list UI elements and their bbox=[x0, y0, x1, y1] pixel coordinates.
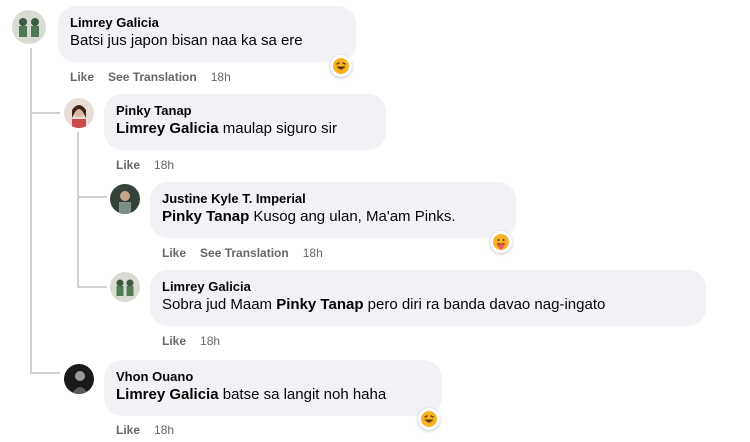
haha-reaction-icon[interactable] bbox=[418, 408, 440, 430]
thread-line-main bbox=[30, 48, 32, 373]
see-translation-button[interactable]: See Translation bbox=[200, 246, 289, 260]
comment-author[interactable]: Pinky Tanap bbox=[116, 102, 374, 119]
comment-author[interactable]: Justine Kyle T. Imperial bbox=[162, 190, 504, 207]
comment-bubble: Vhon Ouano Limrey Galicia batse sa langi… bbox=[104, 360, 442, 416]
comment-actions: Like See Translation 18h bbox=[162, 245, 323, 261]
comment-actions: Like 18h bbox=[116, 422, 174, 438]
like-button[interactable]: Like bbox=[116, 158, 140, 172]
thread-line-branch-2 bbox=[77, 196, 107, 198]
comment-text: Pinky Tanap Kusog ang ulan, Ma'am Pinks. bbox=[162, 208, 456, 225]
like-button[interactable]: Like bbox=[116, 423, 140, 437]
thread-line-sub bbox=[77, 132, 79, 287]
comment-bubble: Pinky Tanap Limrey Galicia maulap siguro… bbox=[104, 94, 386, 150]
like-button[interactable]: Like bbox=[162, 334, 186, 348]
see-translation-button[interactable]: See Translation bbox=[108, 70, 197, 84]
mention-link[interactable]: Pinky Tanap bbox=[162, 208, 249, 225]
comment-text: Limrey Galicia batse sa langit noh haha bbox=[116, 386, 387, 403]
avatar[interactable] bbox=[64, 98, 94, 128]
thread-line-branch-3 bbox=[77, 286, 107, 288]
comment-actions: Like 18h bbox=[116, 157, 174, 173]
like-button[interactable]: Like bbox=[70, 70, 94, 84]
comment-bubble: Limrey Galicia Batsi jus japon bisan naa… bbox=[58, 6, 356, 62]
comment-text: Batsi jus japon bisan naa ka sa ere bbox=[70, 32, 303, 49]
thread-line-branch-1 bbox=[30, 112, 60, 114]
comment-author[interactable]: Limrey Galicia bbox=[70, 14, 344, 31]
comment-text: Limrey Galicia maulap siguro sir bbox=[116, 120, 337, 137]
avatar[interactable] bbox=[110, 184, 140, 214]
thread-line-branch-4 bbox=[30, 372, 60, 374]
avatar[interactable] bbox=[64, 364, 94, 394]
mention-link[interactable]: Limrey Galicia bbox=[116, 386, 219, 403]
haha-reaction-icon[interactable] bbox=[330, 55, 352, 77]
comment-bubble: Limrey Galicia Sobra jud Maam Pinky Tana… bbox=[150, 270, 706, 326]
like-button[interactable]: Like bbox=[162, 246, 186, 260]
avatar[interactable] bbox=[12, 10, 46, 44]
comment-author[interactable]: Vhon Ouano bbox=[116, 368, 430, 385]
timestamp[interactable]: 18h bbox=[303, 246, 323, 260]
comment-actions: Like 18h bbox=[162, 333, 220, 349]
comment-actions: Like See Translation 18h bbox=[70, 69, 231, 85]
mention-link[interactable]: Pinky Tanap bbox=[276, 296, 363, 313]
avatar[interactable] bbox=[110, 272, 140, 302]
care-reaction-icon[interactable] bbox=[490, 231, 512, 253]
comment-text: Sobra jud Maam Pinky Tanap pero diri ra … bbox=[162, 296, 606, 313]
comment-bubble: Justine Kyle T. Imperial Pinky Tanap Kus… bbox=[150, 182, 516, 238]
timestamp[interactable]: 18h bbox=[200, 334, 220, 348]
mention-link[interactable]: Limrey Galicia bbox=[116, 120, 219, 137]
timestamp[interactable]: 18h bbox=[211, 70, 231, 84]
comment-author[interactable]: Limrey Galicia bbox=[162, 278, 694, 295]
timestamp[interactable]: 18h bbox=[154, 423, 174, 437]
timestamp[interactable]: 18h bbox=[154, 158, 174, 172]
